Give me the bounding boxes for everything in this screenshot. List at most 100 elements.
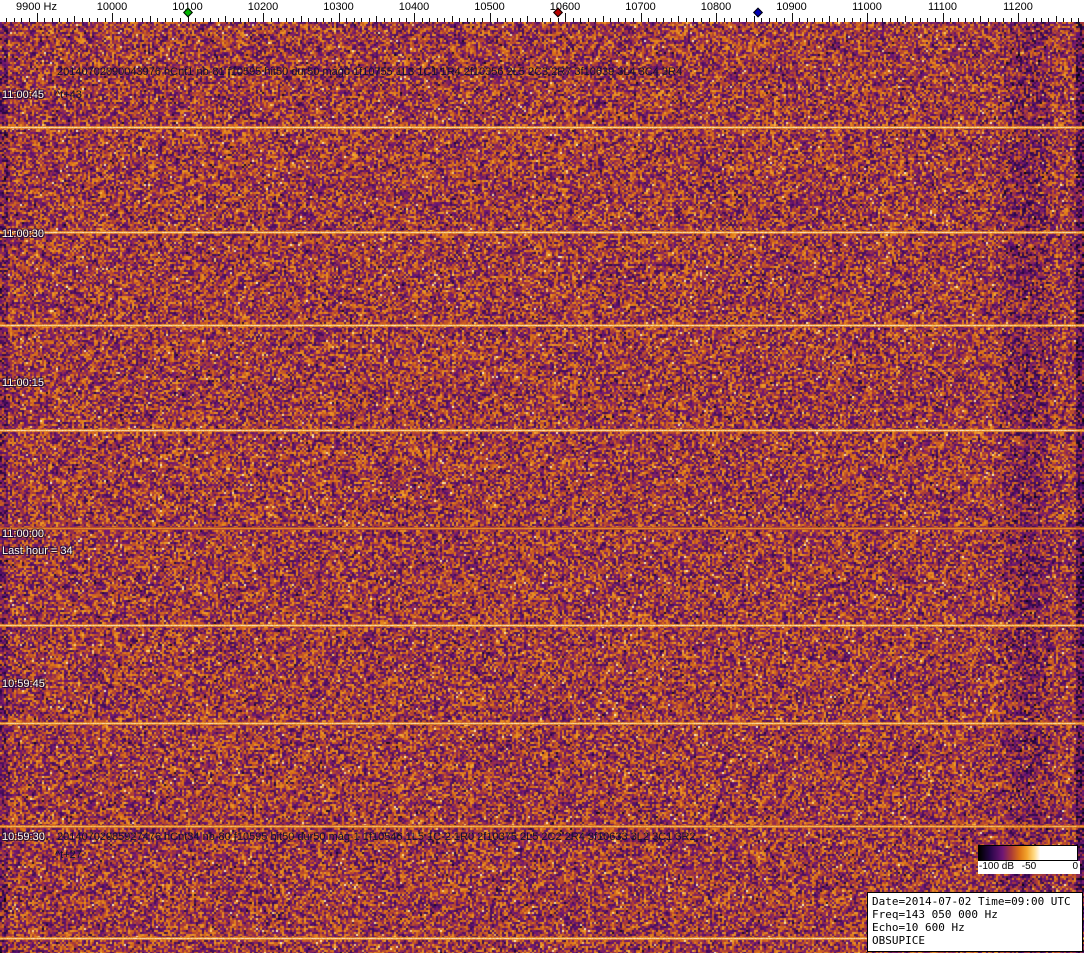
ruler-tick xyxy=(671,18,672,22)
ruler-tick xyxy=(950,18,951,22)
ruler-tick xyxy=(731,18,732,22)
ruler-tick xyxy=(339,13,340,22)
ruler-tick xyxy=(663,18,664,22)
ruler-tick xyxy=(210,18,211,22)
ruler-tick xyxy=(943,13,944,22)
ruler-tick xyxy=(105,18,106,22)
ruler-tick xyxy=(829,16,830,22)
ruler-tick xyxy=(354,18,355,22)
ruler-tick xyxy=(769,18,770,22)
ruler-tick xyxy=(459,18,460,22)
ruler-tick xyxy=(21,18,22,22)
ruler-tick xyxy=(641,13,642,22)
ruler-tick xyxy=(391,18,392,22)
ruler-tick xyxy=(316,18,317,22)
ruler-tick xyxy=(59,18,60,22)
ruler-tick xyxy=(550,18,551,22)
ruler-tick xyxy=(1041,18,1042,22)
ruler-tick xyxy=(52,18,53,22)
ruler-tick xyxy=(761,18,762,22)
ruler-tick xyxy=(1048,18,1049,22)
ruler-tick-label: 10800 xyxy=(701,1,732,13)
ruler-tick xyxy=(97,18,98,22)
ruler-tick xyxy=(965,18,966,22)
time-label: 10:59:45 xyxy=(2,678,45,690)
frequency-ruler: 9900 Hz100001010010200103001040010500106… xyxy=(0,0,1084,22)
ruler-tick xyxy=(920,18,921,22)
ruler-tick xyxy=(172,18,173,22)
ruler-tick xyxy=(980,16,981,22)
info-box: Date=2014-07-02 Time=09:00 UTC Freq=143 … xyxy=(867,892,1083,952)
ruler-tick xyxy=(822,18,823,22)
ruler-tick xyxy=(89,18,90,22)
event-offset-tag: ^t+27 xyxy=(55,849,82,861)
ruler-tick xyxy=(369,18,370,22)
ruler-tick xyxy=(1003,18,1004,22)
ruler-tick xyxy=(875,18,876,22)
info-line-station: OBSUPICE xyxy=(872,934,1078,947)
ruler-tick xyxy=(255,18,256,22)
ruler-tick-label: 10700 xyxy=(625,1,656,13)
ruler-tick xyxy=(693,18,694,22)
ruler-tick xyxy=(444,18,445,22)
ruler-tick xyxy=(1026,18,1027,22)
ruler-tick xyxy=(927,18,928,22)
ruler-tick-label: 10200 xyxy=(248,1,279,13)
ruler-tick xyxy=(293,18,294,22)
ruler-tick xyxy=(958,18,959,22)
ruler-tick xyxy=(799,18,800,22)
colorbar-labels: -100 dB -50 0 xyxy=(978,861,1080,874)
ruler-tick xyxy=(399,18,400,22)
ruler-tick xyxy=(505,18,506,22)
ruler-tick xyxy=(686,18,687,22)
ruler-tick xyxy=(157,18,158,22)
ruler-tick xyxy=(271,18,272,22)
ruler-tick xyxy=(301,16,302,22)
ruler-tick xyxy=(429,18,430,22)
ruler-tick xyxy=(807,18,808,22)
ruler-tick xyxy=(618,18,619,22)
waterfall-overlay: 11:00:45 11:00:30 11:00:15 11:00:00 Last hou… xyxy=(0,0,1084,953)
ruler-tick-label: 10000 xyxy=(97,1,128,13)
ruler-tick xyxy=(1018,13,1019,22)
ruler-tick xyxy=(225,16,226,22)
ruler-tick xyxy=(739,18,740,22)
ruler-tick xyxy=(195,18,196,22)
ruler-tick xyxy=(331,18,332,22)
ruler-tick xyxy=(240,18,241,22)
ruler-tick xyxy=(37,13,38,22)
time-label: 11:00:45 xyxy=(2,89,44,101)
ruler-tick xyxy=(6,18,7,22)
ruler-tick xyxy=(625,18,626,22)
event-annotation: 20140702085927476 hCnt34 nb-80 f10595 hi… xyxy=(57,831,696,843)
ruler-tick xyxy=(120,18,121,22)
ruler-tick xyxy=(112,13,113,22)
ruler-tick xyxy=(860,18,861,22)
ruler-tick xyxy=(384,18,385,22)
ruler-tick xyxy=(988,18,989,22)
ruler-tick xyxy=(437,18,438,22)
ruler-tick xyxy=(754,16,755,22)
ruler-tick xyxy=(490,13,491,22)
ruler-tick xyxy=(912,18,913,22)
ruler-tick-label: 10300 xyxy=(323,1,354,13)
colorbar-gradient xyxy=(978,845,1078,861)
ruler-tick xyxy=(406,18,407,22)
time-label: 11:00:30 xyxy=(2,228,44,240)
ruler-tick xyxy=(527,16,528,22)
ruler-tick xyxy=(1056,16,1057,22)
ruler-tick xyxy=(995,18,996,22)
ruler-tick xyxy=(67,18,68,22)
info-line-date: Date=2014-07-02 Time=09:00 UTC xyxy=(872,895,1078,908)
ruler-tick xyxy=(263,13,264,22)
time-label: 11:00:15 xyxy=(2,377,44,389)
ruler-tick xyxy=(648,18,649,22)
ruler-tick xyxy=(633,18,634,22)
ruler-tick xyxy=(165,18,166,22)
ruler-tick xyxy=(867,13,868,22)
ruler-tick xyxy=(724,18,725,22)
time-label: 10:59:30 xyxy=(2,831,45,843)
event-offset-tag: ^t+43 xyxy=(55,89,82,101)
ruler-tick-label: 9900 Hz xyxy=(16,1,57,13)
ruler-tick xyxy=(482,18,483,22)
